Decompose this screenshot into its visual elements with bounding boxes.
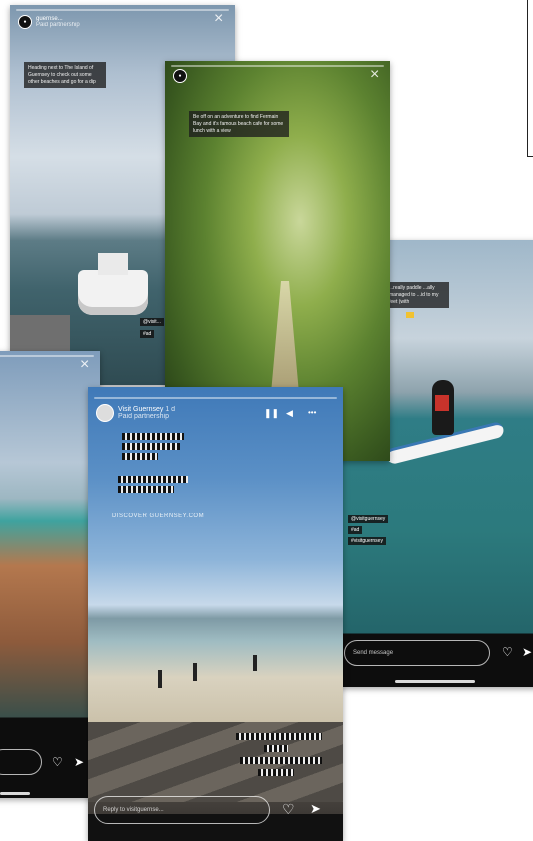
text-sticker [258,769,294,776]
text-sticker [240,757,322,764]
mention-tag[interactable]: @visit... [140,318,164,326]
story-card-beach[interactable]: Visit Guernsey 1 d Paid partnership ❚❚ ◀… [88,387,343,841]
life-vest [435,395,449,411]
username[interactable]: Visit Guernsey [118,406,163,413]
pause-icon[interactable]: ❚❚ [264,409,279,418]
reply-input[interactable] [0,749,42,775]
story-progress-bar [94,397,337,399]
close-icon[interactable]: × [370,67,379,83]
send-icon[interactable]: ➤ [310,802,321,815]
story-progress-bar [171,65,384,67]
person-figure [193,663,197,681]
hashtag-visitguernsey[interactable]: #visitguernsey [348,537,386,545]
close-icon[interactable]: × [80,357,89,373]
home-indicator [0,792,30,795]
avatar[interactable]: ● [18,15,32,29]
story-header: ● guernse... Paid partnership [18,15,80,29]
more-icon[interactable]: ••• [308,409,316,417]
story-collage: ● guernse... Paid partnership × Heading … [0,0,533,841]
paid-partnership-label: Paid partnership [118,413,169,420]
avatar[interactable] [96,404,114,422]
emoji-sticker [406,312,414,318]
story-caption: Be off on an adventure to find Fermain B… [189,111,289,138]
dock-shape [10,315,70,355]
text-sticker [122,443,180,450]
story-time: 1 d [165,406,176,413]
send-icon[interactable]: ➤ [74,756,84,768]
text-sticker [118,476,188,483]
story-card-rocks[interactable]: × ♡ ➤ [0,351,100,798]
story-caption: Heading next to The Island of Guernsey t… [24,62,106,89]
text-sticker [118,486,174,493]
person-figure [158,670,162,688]
close-icon[interactable]: × [214,11,223,27]
story-image-rocky-coast [0,351,100,798]
text-sticker [122,433,184,440]
person-figure [253,655,257,671]
sound-icon[interactable]: ◀ [286,409,293,418]
boat-cabin [98,253,128,275]
story-header: ● [173,69,187,83]
story-progress-bar [16,9,229,11]
heart-icon[interactable]: ♡ [282,802,295,816]
mention-tag[interactable]: @visitguernsey [348,515,389,523]
text-sticker [264,745,288,752]
home-indicator [395,680,475,683]
hashtag-ad[interactable]: #ad [348,526,363,534]
text-sticker [122,453,158,460]
story-caption: ...really paddle ...ally managed to ...i… [385,282,449,309]
frame-border-left [527,0,528,157]
heart-icon[interactable]: ♡ [52,756,63,768]
story-header: Visit Guernsey 1 d Paid partnership [96,404,175,422]
avatar[interactable]: ● [173,69,187,83]
frame-border-bottom [527,156,533,157]
paid-partnership-label: Paid partnership [36,22,80,28]
link-sticker[interactable]: DISCOVER GUERNSEY.COM [112,513,204,519]
send-icon[interactable]: ➤ [522,646,532,658]
send-message-input[interactable]: Send message [344,640,490,666]
boat-shape [78,270,148,315]
reply-input[interactable]: Reply to visitguernse... [94,796,270,824]
text-sticker [236,733,322,740]
heart-icon[interactable]: ♡ [502,646,513,658]
hashtag-ad[interactable]: #ad [140,330,155,338]
